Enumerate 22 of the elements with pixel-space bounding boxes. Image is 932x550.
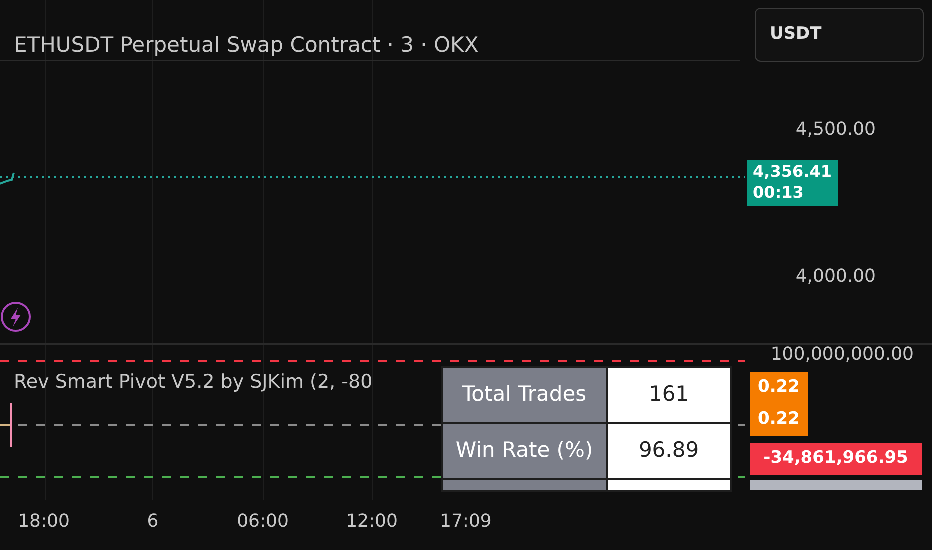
time-axis-label: 12:00	[346, 510, 398, 534]
price-line	[0, 172, 15, 185]
last-price-label: 4,356.41 00:13	[747, 160, 838, 206]
time-axis-label: 18:00	[18, 510, 70, 534]
time-axis-label: 6	[147, 510, 159, 534]
time-axis-label: 06:00	[237, 510, 289, 534]
price-label: 0.22	[750, 372, 808, 404]
indicator-axis-label: 100,000,000.00	[770, 343, 914, 367]
lightning-icon[interactable]	[1, 302, 31, 332]
table-value: 161	[607, 367, 731, 423]
price-axis-label: 4,500.00	[796, 118, 876, 142]
price-label: 0.22	[750, 404, 808, 436]
candle-drawing	[0, 403, 12, 447]
price-axis-label: 4,000.00	[796, 265, 876, 289]
chart-title: ETHUSDT Perpetual Swap Contract · 3 · OKX	[14, 32, 479, 59]
table-label: Total Trades	[442, 367, 607, 423]
crosshair-time-label: 17:09	[440, 510, 492, 534]
indicator-title: Rev Smart Pivot V5.2 by SJKim (2, -80	[14, 370, 373, 395]
price-label: -34,861,966.95	[750, 443, 922, 474]
table-label: Win Rate (%)	[442, 423, 607, 479]
table-value: 96.89	[607, 423, 731, 479]
currency-button[interactable]: USDT	[755, 8, 924, 62]
